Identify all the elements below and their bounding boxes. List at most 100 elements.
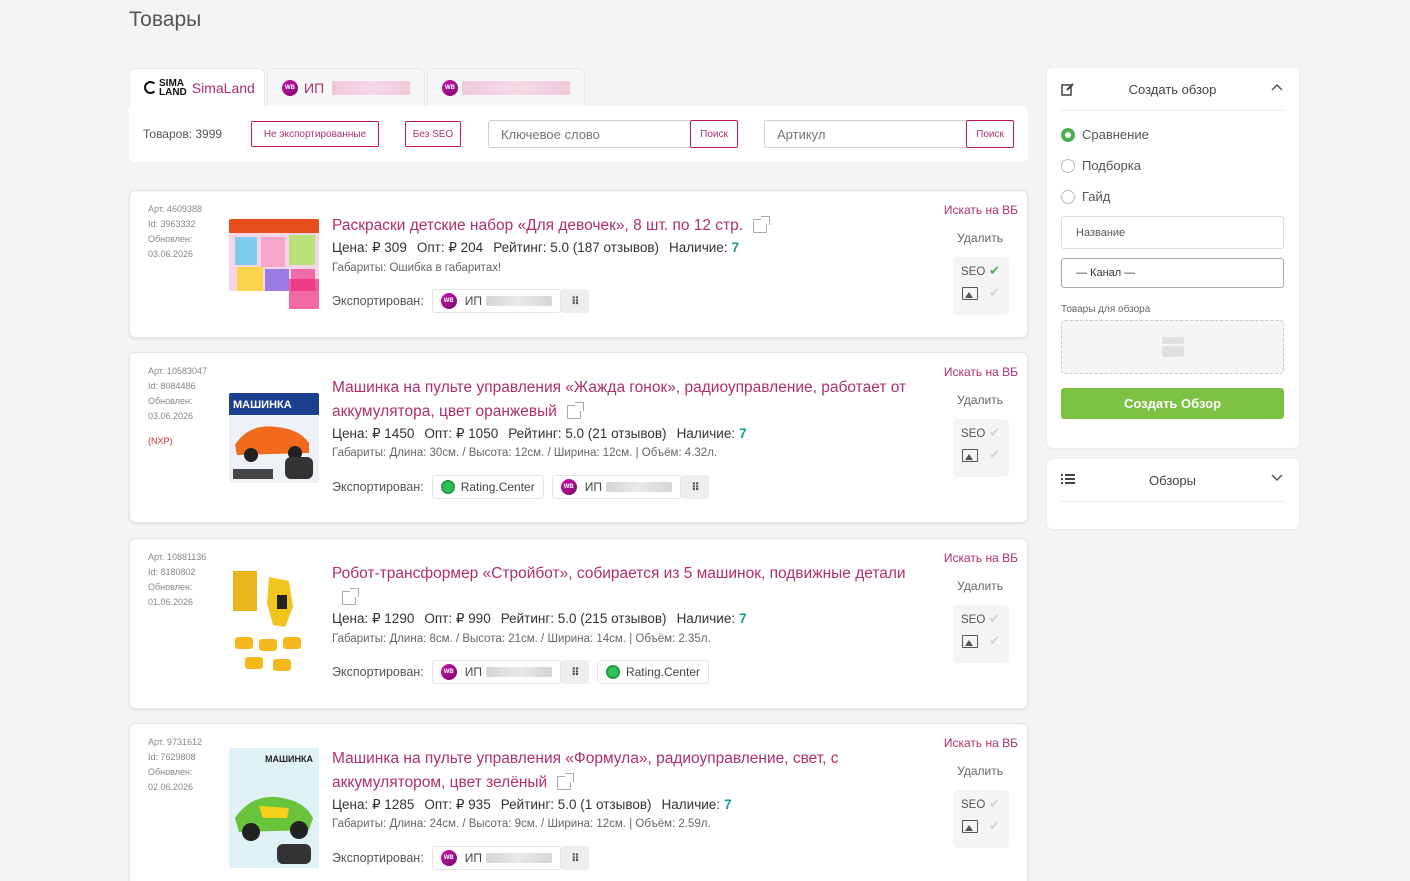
product-title-link[interactable]: Раскраски детские набор «Для девочек», 8…: [332, 214, 922, 238]
article-search-button[interactable]: Поиск: [966, 120, 1014, 148]
tab-wb-shop[interactable]: WB: [427, 68, 585, 106]
card-actions: Искать на ВБ Удалить: [944, 365, 1018, 407]
seo-label: SEO: [961, 799, 986, 811]
drag-handle-icon[interactable]: ⠿: [680, 475, 709, 499]
image-ai-icon: [962, 820, 978, 833]
export-row: Экспортирован: WB ИП ⠿: [332, 846, 589, 870]
product-card: Арт. 4609388 Id: 3963332 Обновлен: 03.06…: [129, 190, 1028, 338]
export-chip-rating-center[interactable]: Rating.Center: [596, 660, 709, 684]
product-prices: Цена: ₽ 1285 Опт: ₽ 935 Рейтинг: 5.0 (1 от…: [332, 797, 732, 812]
reviews-title: Обзоры: [1149, 472, 1196, 488]
product-title-link[interactable]: Робот-трансформер «Стройбот», собирается…: [332, 562, 922, 610]
product-image[interactable]: [229, 219, 319, 309]
product-image[interactable]: [229, 567, 319, 683]
page-title: Товары: [129, 8, 202, 31]
seo-label: SEO: [961, 266, 986, 278]
radio-icon: [1061, 189, 1075, 204]
seo-status[interactable]: SEO ✔ ✔: [953, 419, 1009, 477]
product-title-link[interactable]: Машинка на пульте управления «Жажда гоно…: [332, 376, 922, 424]
seo-status[interactable]: SEO ✔ ✔: [953, 790, 1009, 848]
article-input[interactable]: [764, 120, 968, 148]
drag-handle-icon[interactable]: ⠿: [560, 846, 589, 870]
tab-simaland[interactable]: SIMA LAND SimaLand: [129, 68, 265, 106]
check-icon: ✔: [989, 796, 1000, 811]
create-review-header[interactable]: Создать обзор: [1060, 68, 1285, 111]
exported-label: Экспортирован:: [332, 665, 424, 679]
delete-link[interactable]: Удалить: [944, 231, 1003, 245]
card-actions: Искать на ВБ Удалить: [944, 551, 1018, 593]
radio-guide[interactable]: Гайд: [1061, 189, 1110, 204]
redacted-text: [462, 80, 570, 95]
seo-status[interactable]: SEO ✔ ✔: [953, 257, 1009, 315]
search-wb-link[interactable]: Искать на ВБ: [944, 736, 1018, 750]
availability-value: 7: [724, 797, 732, 812]
not-exported-filter-button[interactable]: Не экспортированные: [251, 121, 379, 147]
product-dimensions: Габариты: Длина: 24см. / Высота: 9см. / …: [332, 818, 711, 830]
export-chip-ip[interactable]: WB ИП: [431, 660, 561, 684]
updated-date: 01.06.2026: [148, 597, 194, 607]
radio-comparison[interactable]: Сравнение: [1061, 127, 1149, 142]
keyword-input[interactable]: [488, 120, 692, 148]
radio-selection[interactable]: Подборка: [1061, 158, 1141, 173]
chevron-down-icon[interactable]: [1271, 473, 1283, 485]
product-meta: Арт. 10881136 Id: 8180802 Обновлен: 01.0…: [148, 550, 226, 610]
export-chip-ip[interactable]: WB ИП: [551, 475, 681, 499]
rating-center-icon: [605, 665, 620, 679]
image-ai-icon: [962, 287, 978, 300]
keyword-search-button[interactable]: Поиск: [690, 120, 738, 148]
delete-link[interactable]: Удалить: [944, 579, 1003, 593]
product-image[interactable]: МАШИНКА: [229, 393, 319, 483]
external-link-icon[interactable]: [342, 587, 359, 605]
simaland-logo-icon: SIMA LAND: [144, 78, 187, 97]
no-seo-filter-button[interactable]: Без SEO: [405, 121, 461, 147]
search-wb-link[interactable]: Искать на ВБ: [944, 365, 1018, 379]
product-meta: Арт. 4609388 Id: 3963332 Обновлен: 03.06…: [148, 202, 226, 262]
svg-text:МАШИНКА: МАШИНКА: [265, 754, 314, 764]
products-for-review-label: Товары для обзора: [1061, 304, 1151, 315]
drag-handle-icon[interactable]: ⠿: [560, 660, 589, 684]
delete-link[interactable]: Удалить: [944, 393, 1003, 407]
updated-date: 03.06.2026: [148, 249, 194, 259]
external-link-icon[interactable]: [566, 401, 584, 419]
product-prices: Цена: ₽ 1290 Опт: ₽ 990 Рейтинг: 5.0 (215 …: [332, 611, 747, 626]
external-link-icon[interactable]: [557, 772, 575, 790]
updated-label: Обновлен:: [148, 582, 193, 592]
create-review-button[interactable]: Создать Обзор: [1061, 388, 1284, 419]
export-row: Экспортирован: WB ИП ⠿: [332, 289, 589, 313]
reviews-header[interactable]: Обзоры: [1060, 459, 1285, 502]
product-prices: Цена: ₽ 309 Опт: ₽ 204 Рейтинг: 5.0 (187 о…: [332, 240, 740, 255]
filter-toolbar: Товаров: 3999 Не экспортированные Без SE…: [129, 106, 1028, 162]
product-id: Id: 3963332: [148, 219, 196, 229]
export-chip-rating-center[interactable]: Rating.Center: [431, 475, 544, 499]
seo-status[interactable]: SEO ✔ ✔: [953, 605, 1009, 663]
tab-ip-shop[interactable]: WB ИП: [267, 68, 425, 106]
product-prices: Цена: ₽ 1450 Опт: ₽ 1050 Рейтинг: 5.0 (21 …: [332, 426, 747, 441]
product-meta: Арт. 9731612 Id: 7629808 Обновлен: 02.06…: [148, 735, 226, 795]
availability-value: 7: [739, 426, 747, 441]
search-wb-link[interactable]: Искать на ВБ: [944, 551, 1018, 565]
search-wb-link[interactable]: Искать на ВБ: [944, 203, 1018, 217]
products-dropzone[interactable]: [1061, 320, 1284, 374]
review-name-input[interactable]: Название: [1061, 216, 1284, 249]
tab-ip-label: ИП: [304, 79, 325, 96]
check-icon: ✔: [989, 263, 1000, 278]
drag-handle-icon[interactable]: ⠿: [560, 289, 589, 313]
tab-simaland-label: SimaLand: [191, 79, 255, 96]
wb-icon: WB: [440, 293, 457, 309]
image-ai-icon: [962, 449, 978, 462]
rating-center-icon: [440, 480, 455, 494]
external-link-icon[interactable]: [753, 215, 771, 233]
channel-select[interactable]: — Канал —: [1061, 258, 1284, 288]
export-chip-ip[interactable]: WB ИП: [431, 846, 561, 870]
chevron-up-icon[interactable]: [1271, 82, 1283, 94]
product-image[interactable]: МАШИНКА: [229, 748, 319, 868]
delete-link[interactable]: Удалить: [944, 764, 1003, 778]
check-icon: ✔: [989, 633, 1000, 648]
product-meta: Арт. 10583047 Id: 8084486 Обновлен: 03.0…: [148, 364, 226, 449]
wb-icon: WB: [442, 79, 458, 96]
products-count: Товаров: 3999: [143, 127, 223, 141]
product-dimensions: Габариты: Длина: 30см. / Высота: 12см. /…: [332, 447, 718, 459]
export-row: Экспортирован: WB ИП ⠿ Rating.Center: [332, 660, 709, 684]
export-chip-ip[interactable]: WB ИП: [431, 289, 561, 313]
product-title-link[interactable]: Машинка на пульте управления «Формула», …: [332, 747, 922, 795]
